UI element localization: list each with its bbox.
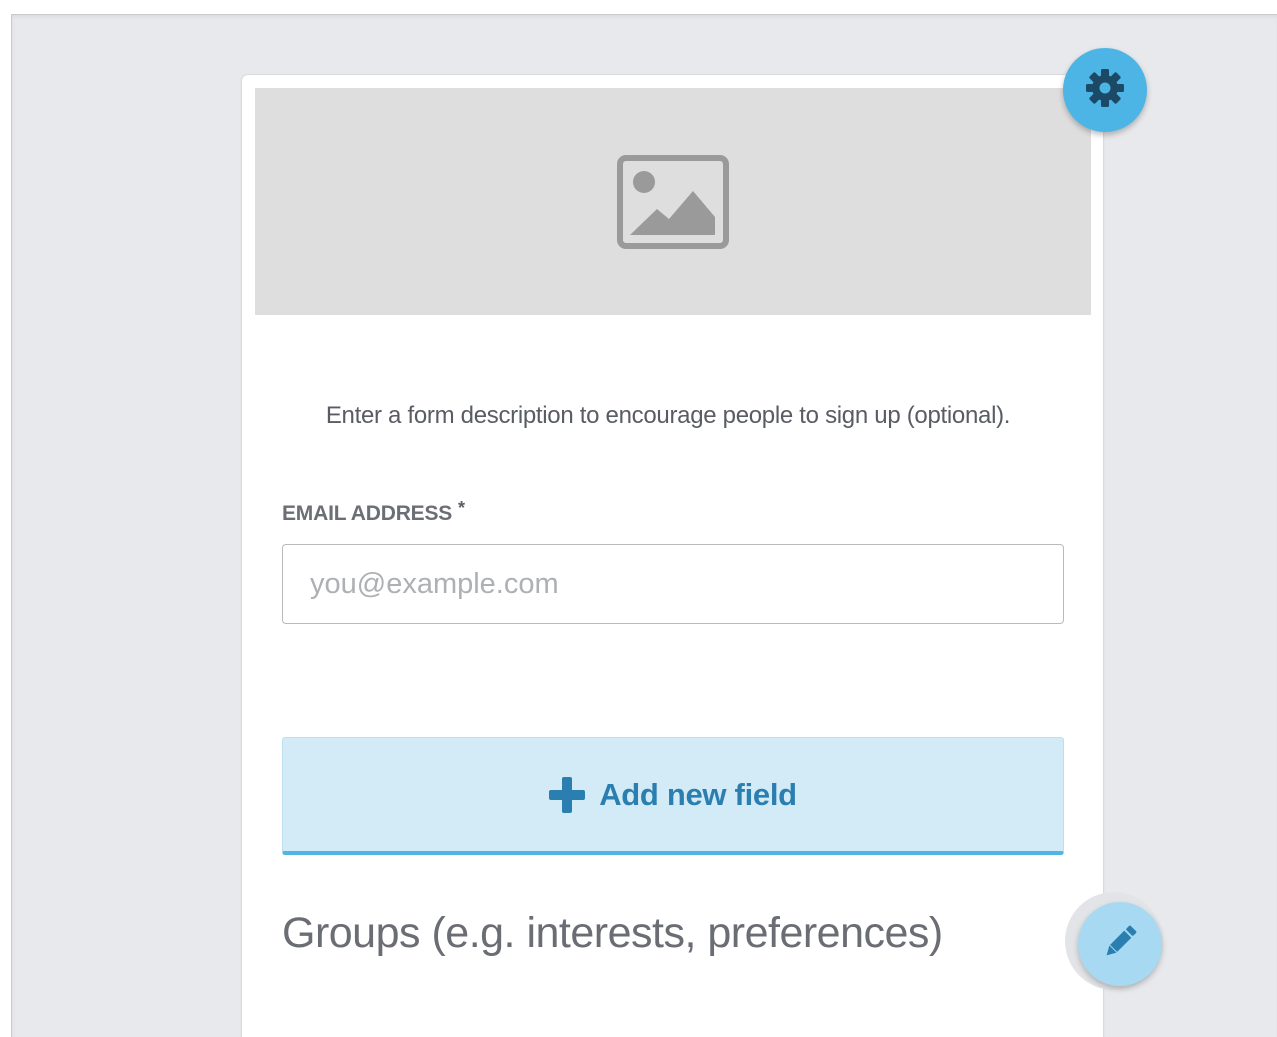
header-image-placeholder[interactable] [255,88,1091,315]
editor-canvas: Enter a form description to encourage pe… [11,14,1277,1037]
settings-button[interactable] [1063,48,1147,132]
plus-icon [549,776,586,813]
groups-heading: Groups (e.g. interests, preferences) [282,909,943,957]
edit-button[interactable] [1078,902,1162,986]
add-new-field-button[interactable]: Add new field [282,737,1064,855]
pencil-icon [1099,921,1141,968]
add-new-field-label: Add new field [599,776,797,812]
email-input[interactable] [282,544,1064,624]
image-icon [617,154,729,249]
gear-icon [1085,68,1125,113]
required-asterisk: * [458,498,466,518]
signup-form-card: Enter a form description to encourage pe… [241,74,1104,1037]
form-description[interactable]: Enter a form description to encourage pe… [242,402,1094,430]
email-field-label: EMAIL ADDRESS [282,502,453,525]
